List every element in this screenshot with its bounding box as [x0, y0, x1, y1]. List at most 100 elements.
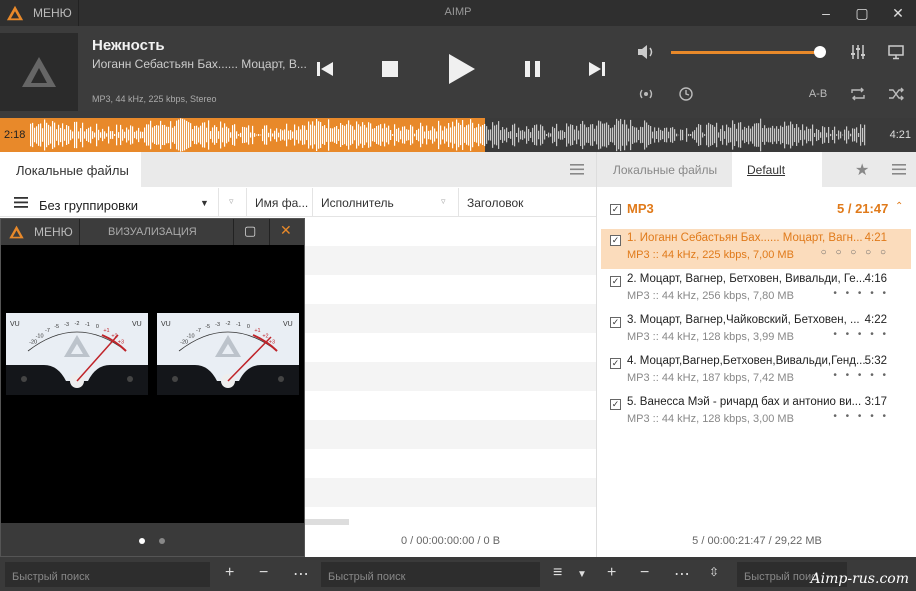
- waveform-bar: [834, 126, 836, 144]
- waveform-bar: [44, 119, 46, 151]
- playlist-status: 5 / 00:00:21:47 / 29,22 MB: [692, 535, 822, 547]
- visualization-titlebar[interactable]: МЕНЮ ВИЗУАЛИЗАЦИЯ ▢ ✕: [1, 219, 304, 245]
- item-rating[interactable]: • • • • •: [833, 329, 889, 340]
- waveform-bar: [860, 124, 862, 146]
- waveform-bar: [64, 129, 66, 141]
- remove-icon[interactable]: −: [640, 564, 649, 582]
- menu-button[interactable]: МЕНЮ: [33, 6, 72, 20]
- more-icon[interactable]: ⋯: [293, 564, 309, 584]
- item-rating[interactable]: ○ ○ ○ ○ ○: [821, 247, 889, 258]
- waveform-bar: [134, 131, 136, 139]
- item-checkbox[interactable]: ✓: [610, 399, 621, 410]
- hamburger-icon[interactable]: [892, 164, 906, 175]
- waveform-seekbar[interactable]: 2:18 4:21: [0, 118, 916, 152]
- item-checkbox[interactable]: ✓: [610, 317, 621, 328]
- pause-button[interactable]: [522, 58, 544, 80]
- vu-scale-label: -1: [236, 322, 241, 328]
- visualization-menu-button[interactable]: МЕНЮ: [34, 225, 73, 239]
- list-icon: [14, 197, 28, 208]
- waveform-bar: [770, 127, 772, 143]
- collapse-icon[interactable]: ⌃: [895, 201, 903, 212]
- star-icon[interactable]: ★: [855, 160, 869, 180]
- page-dot-active[interactable]: [139, 538, 145, 544]
- volume-knob[interactable]: [813, 46, 826, 58]
- tab-local-files[interactable]: Локальные файлы: [0, 152, 141, 187]
- hamburger-icon[interactable]: [570, 164, 584, 175]
- waveform-bar: [318, 121, 320, 149]
- waveform-bar: [260, 134, 262, 136]
- filter-icon[interactable]: ▿: [229, 196, 234, 207]
- waveform-bar: [676, 133, 678, 137]
- radio-button[interactable]: [636, 84, 656, 104]
- remove-icon[interactable]: −: [259, 564, 268, 582]
- display-button[interactable]: [886, 42, 906, 62]
- add-icon[interactable]: +: [225, 564, 234, 582]
- equalizer-button[interactable]: [848, 42, 868, 62]
- previous-track-button[interactable]: [314, 58, 336, 80]
- filter-icon[interactable]: ▿: [441, 196, 446, 207]
- playlist-search-input[interactable]: Быстрый поиск: [321, 562, 540, 587]
- item-rating[interactable]: • • • • •: [833, 370, 889, 381]
- waveform-bar: [618, 120, 620, 150]
- horizontal-scrollbar[interactable]: [305, 519, 349, 525]
- chevron-down-icon[interactable]: ▼: [200, 198, 209, 208]
- waveform-bar: [300, 129, 302, 141]
- waveform-bar: [34, 127, 36, 143]
- waveform-bar: [848, 130, 850, 140]
- waveform-bar: [572, 124, 574, 146]
- tab-local-files-playlist[interactable]: Локальные файлы: [613, 163, 717, 177]
- playlist-item[interactable]: ✓ 1. Иоганн Себастьян Бах...... Моцарт, В…: [601, 229, 911, 269]
- add-icon[interactable]: +: [607, 564, 616, 582]
- shuffle-button[interactable]: [886, 84, 906, 104]
- waveform-bar: [92, 131, 94, 139]
- play-button[interactable]: [446, 52, 478, 86]
- close-button[interactable]: ✕: [280, 222, 292, 239]
- waveform-bar: [686, 128, 688, 142]
- close-button[interactable]: ✕: [880, 0, 916, 26]
- playlist-group-header[interactable]: ✓ MP3 5 / 21:47 ⌃: [597, 197, 916, 221]
- playlist-item[interactable]: ✓ 3. Моцарт, Вагнер,Чайковский, Бетховен,…: [601, 311, 911, 351]
- page-dot[interactable]: [159, 538, 165, 544]
- tab-default[interactable]: Default: [732, 152, 822, 187]
- library-tabs: Локальные файлы: [0, 152, 596, 187]
- waveform-bar: [234, 124, 236, 146]
- item-rating[interactable]: • • • • •: [833, 411, 889, 422]
- menu-icon[interactable]: ≡: [553, 564, 562, 582]
- stop-button[interactable]: [379, 58, 401, 80]
- column-header-filename[interactable]: Имя фа...: [255, 196, 308, 210]
- more-icon[interactable]: ⋯: [674, 564, 690, 584]
- minimize-button[interactable]: –: [808, 0, 844, 26]
- waveform-bar: [732, 120, 734, 150]
- repeat-button[interactable]: [848, 84, 868, 104]
- volume-slider[interactable]: [671, 46, 826, 58]
- column-header-artist[interactable]: Исполнитель: [321, 196, 394, 210]
- ab-repeat-button[interactable]: A-B: [804, 84, 832, 104]
- waveform-bar: [568, 126, 570, 144]
- playlist-item[interactable]: ✓ 5. Ванесса Мэй - ричард бах и антонио в…: [601, 393, 911, 433]
- item-checkbox[interactable]: ✓: [610, 358, 621, 369]
- maximize-button[interactable]: ▢: [244, 223, 256, 239]
- mute-button[interactable]: [636, 42, 656, 62]
- library-search-input[interactable]: Быстрый поиск: [5, 562, 210, 587]
- waveform-bar: [166, 126, 168, 144]
- playlist-item[interactable]: ✓ 2. Моцарт, Вагнер, Бетховен, Вивальди, …: [601, 270, 911, 310]
- waveform-bar: [232, 125, 234, 145]
- sort-icon[interactable]: ⇳: [709, 565, 719, 579]
- column-header-title[interactable]: Заголовок: [467, 196, 523, 210]
- waveform-bar: [312, 121, 314, 149]
- chevron-down-icon[interactable]: ▼: [577, 569, 587, 580]
- item-checkbox[interactable]: ✓: [610, 235, 621, 246]
- item-rating[interactable]: • • • • •: [833, 288, 889, 299]
- grouping-select[interactable]: Без группировки: [39, 198, 138, 213]
- waveform-bar: [258, 134, 260, 136]
- next-track-button[interactable]: [586, 58, 608, 80]
- item-title: 4. Моцарт,Вагнер,Бетховен,Вивальди,Генд.…: [627, 355, 866, 367]
- group-checkbox[interactable]: ✓: [610, 204, 621, 215]
- sleep-timer-button[interactable]: [676, 84, 696, 104]
- maximize-button[interactable]: ▢: [844, 0, 880, 26]
- playlist-item[interactable]: ✓ 4. Моцарт,Вагнер,Бетховен,Вивальди,Генд…: [601, 352, 911, 392]
- item-checkbox[interactable]: ✓: [610, 276, 621, 287]
- list-row: [305, 478, 596, 507]
- waveform-bar: [600, 121, 602, 149]
- waveform-bar: [442, 130, 444, 140]
